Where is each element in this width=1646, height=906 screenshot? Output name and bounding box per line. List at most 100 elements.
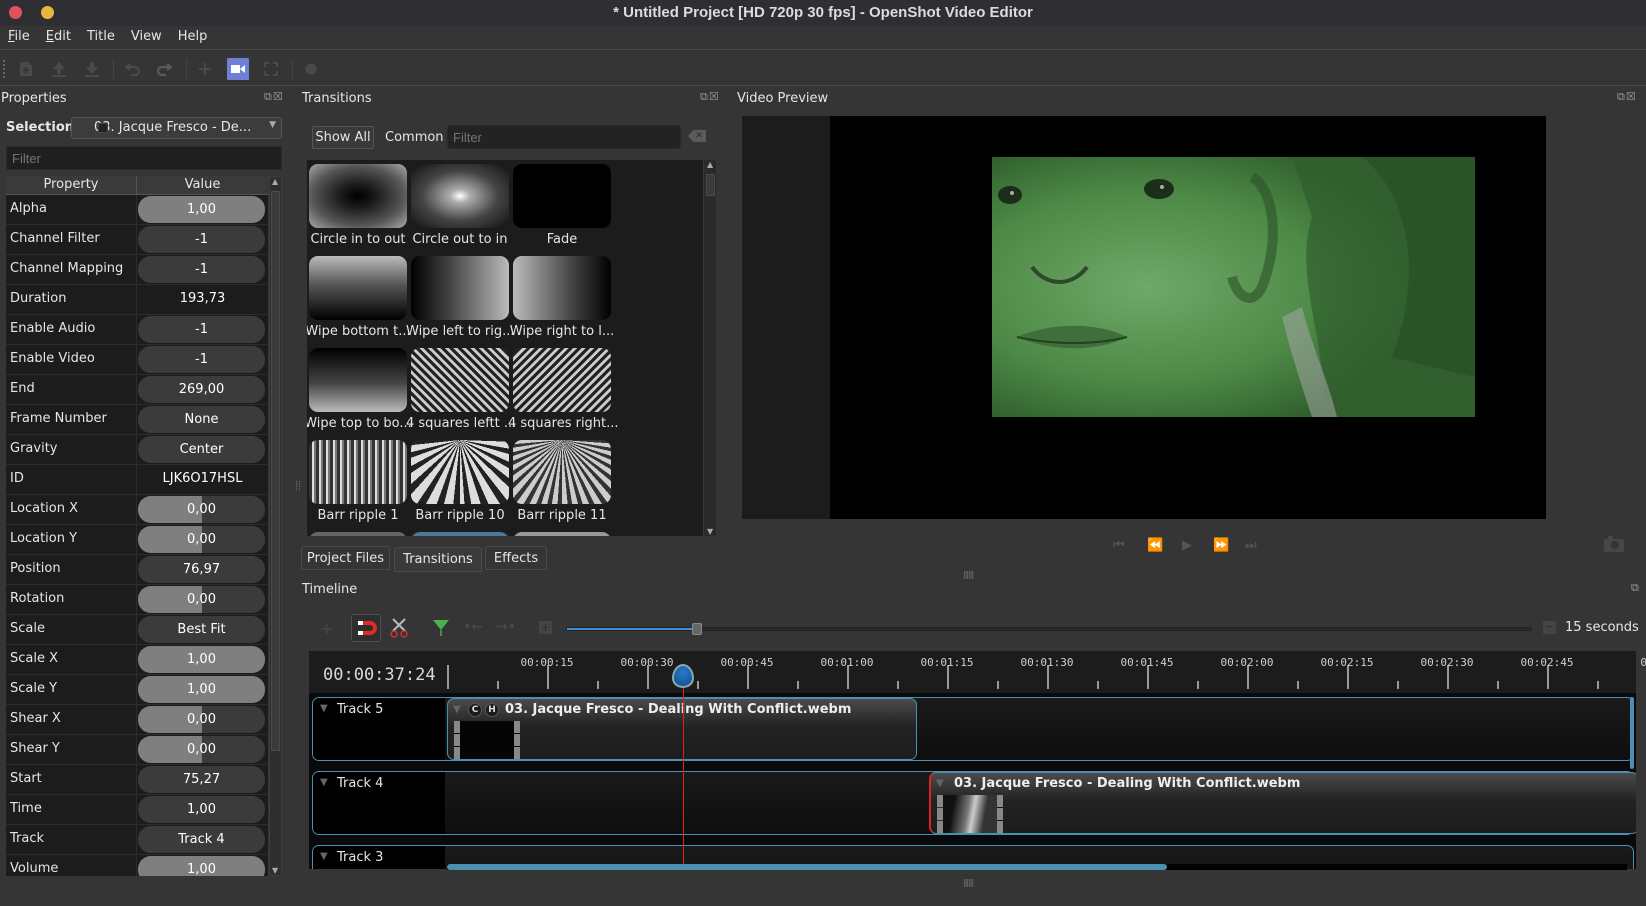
- transition-item[interactable]: Barr ripple 11: [512, 438, 612, 528]
- property-row[interactable]: Location X 0,00: [6, 495, 268, 525]
- track-header[interactable]: ▼ Track 5: [313, 698, 445, 760]
- property-value-slider[interactable]: 269,00: [138, 376, 265, 403]
- property-value[interactable]: -1: [137, 315, 268, 344]
- splitter-handle[interactable]: ||||||: [963, 878, 974, 887]
- redo-icon[interactable]: [153, 58, 175, 80]
- property-value[interactable]: 0,00: [137, 585, 268, 614]
- property-value-slider[interactable]: 1,00: [138, 676, 265, 703]
- zoom-slider-handle[interactable]: [692, 623, 703, 635]
- property-row[interactable]: Scale X 1,00: [6, 645, 268, 675]
- property-row[interactable]: Frame Number None: [6, 405, 268, 435]
- track-header[interactable]: ▼ Track 3: [313, 846, 445, 869]
- property-value[interactable]: Best Fit: [137, 615, 268, 644]
- property-row[interactable]: Enable Video -1: [6, 345, 268, 375]
- transitions-filter-input[interactable]: [447, 125, 681, 149]
- property-row[interactable]: Scale Y 1,00: [6, 675, 268, 705]
- splitter-handle[interactable]: ||||||: [963, 570, 974, 579]
- import-files-icon[interactable]: [194, 58, 216, 80]
- snapshot-camera-icon[interactable]: [1604, 536, 1624, 552]
- property-value-slider[interactable]: 1,00: [138, 796, 265, 823]
- property-value[interactable]: 0,00: [137, 525, 268, 554]
- undo-icon[interactable]: [122, 58, 144, 80]
- column-header-value[interactable]: Value: [137, 176, 268, 194]
- jump-end-icon[interactable]: ⏭: [1245, 538, 1257, 553]
- property-value[interactable]: Center: [137, 435, 268, 464]
- timeline-clip[interactable]: ▼ C H 03. Jacque Fresco - Dealing With Conf…: [447, 698, 917, 760]
- snapping-toggle[interactable]: [351, 614, 381, 642]
- property-value[interactable]: 0,00: [137, 495, 268, 524]
- track-menu-icon[interactable]: ▼: [320, 703, 328, 714]
- transition-item[interactable]: Fade: [512, 162, 612, 252]
- fast-forward-icon[interactable]: ⏩: [1213, 538, 1229, 553]
- property-row[interactable]: Scale Best Fit: [6, 615, 268, 645]
- property-value-slider[interactable]: None: [138, 406, 265, 433]
- properties-filter-input[interactable]: [6, 146, 282, 170]
- property-value[interactable]: 193,73: [137, 285, 268, 314]
- properties-scrollbar-thumb[interactable]: [271, 191, 280, 751]
- video-profile-icon[interactable]: [227, 58, 249, 80]
- float-dock-icon[interactable]: ⧉: [1631, 581, 1640, 594]
- transition-item[interactable]: 4 squares right...: [508, 346, 619, 436]
- jump-start-icon[interactable]: ⏮: [1113, 538, 1125, 553]
- timeline-zoom-slider[interactable]: [566, 623, 1532, 635]
- fullscreen-icon[interactable]: [260, 58, 282, 80]
- tab-project-files[interactable]: Project Files: [301, 546, 390, 570]
- property-value[interactable]: 0,00: [137, 735, 268, 764]
- timeline-clip[interactable]: ▼ 03. Jacque Fresco - Dealing With Confli…: [929, 772, 1636, 834]
- transition-item[interactable]: Barr ripple 1: [308, 438, 408, 528]
- transition-item[interactable]: Wipe left to rig...: [406, 254, 515, 344]
- menu-help[interactable]: Help: [170, 26, 216, 49]
- selection-dropdown[interactable]: 03. Jacque Fresco - De... ▼: [71, 117, 282, 139]
- property-value[interactable]: 1,00: [137, 645, 268, 674]
- clip-menu-icon[interactable]: ▼: [936, 778, 944, 789]
- new-project-icon[interactable]: [15, 58, 37, 80]
- property-value-slider[interactable]: 0,00: [138, 586, 265, 613]
- track-menu-icon[interactable]: ▼: [320, 777, 328, 788]
- property-value-slider[interactable]: 0,00: [138, 736, 265, 763]
- close-dock-icon[interactable]: ☒: [273, 90, 284, 103]
- transition-item[interactable]: 4 squares leftt ...: [406, 346, 516, 436]
- track-header[interactable]: ▼ Track 4: [313, 772, 445, 834]
- add-marker-icon[interactable]: [432, 618, 450, 640]
- property-row[interactable]: Position 76,97: [6, 555, 268, 585]
- previous-marker-icon[interactable]: •←: [463, 619, 483, 635]
- transition-item[interactable]: Wipe top to bo...: [307, 346, 412, 436]
- property-row[interactable]: Channel Mapping -1: [6, 255, 268, 285]
- property-value[interactable]: -1: [137, 345, 268, 374]
- column-header-property[interactable]: Property: [6, 176, 137, 194]
- add-track-icon[interactable]: +: [320, 619, 333, 638]
- splitter-handle[interactable]: ::::::: [294, 480, 303, 490]
- property-row[interactable]: Location Y 0,00: [6, 525, 268, 555]
- property-row[interactable]: Channel Filter -1: [6, 225, 268, 255]
- timeline-vertical-scrollbar[interactable]: [1630, 697, 1634, 769]
- property-value-slider[interactable]: -1: [138, 316, 265, 343]
- playhead-handle[interactable]: [672, 664, 694, 688]
- property-value[interactable]: 1,00: [137, 795, 268, 824]
- float-dock-icon[interactable]: ⧉: [264, 90, 273, 103]
- property-row[interactable]: Shear Y 0,00: [6, 735, 268, 765]
- property-row[interactable]: Enable Audio -1: [6, 315, 268, 345]
- property-value-slider[interactable]: 0,00: [138, 496, 265, 523]
- scroll-up-icon[interactable]: ▲: [707, 160, 713, 169]
- property-value-slider[interactable]: 76,97: [138, 556, 265, 583]
- property-value-slider[interactable]: 0,00: [138, 706, 265, 733]
- transition-item[interactable]: Wipe right to l...: [510, 254, 614, 344]
- property-row[interactable]: Duration 193,73: [6, 285, 268, 315]
- property-row[interactable]: Alpha 1,00: [6, 195, 268, 225]
- property-row[interactable]: Track Track 4: [6, 825, 268, 855]
- property-row[interactable]: Start 75,27: [6, 765, 268, 795]
- common-button[interactable]: Common: [385, 130, 444, 145]
- property-value-slider[interactable]: Center: [138, 436, 265, 463]
- property-value-slider[interactable]: -1: [138, 226, 265, 253]
- transitions-scrollbar[interactable]: ▲ ▼: [703, 160, 716, 536]
- menu-title[interactable]: Title: [79, 26, 123, 49]
- float-dock-icon[interactable]: ⧉: [1617, 90, 1626, 103]
- property-value[interactable]: Track 4: [137, 825, 268, 854]
- property-value[interactable]: 1,00: [137, 195, 268, 224]
- tab-transitions[interactable]: Transitions: [394, 547, 482, 572]
- property-value[interactable]: 269,00: [137, 375, 268, 404]
- property-row[interactable]: Rotation 0,00: [6, 585, 268, 615]
- property-row[interactable]: Time 1,00: [6, 795, 268, 825]
- property-value[interactable]: -1: [137, 255, 268, 284]
- close-dock-icon[interactable]: ☒: [709, 90, 720, 103]
